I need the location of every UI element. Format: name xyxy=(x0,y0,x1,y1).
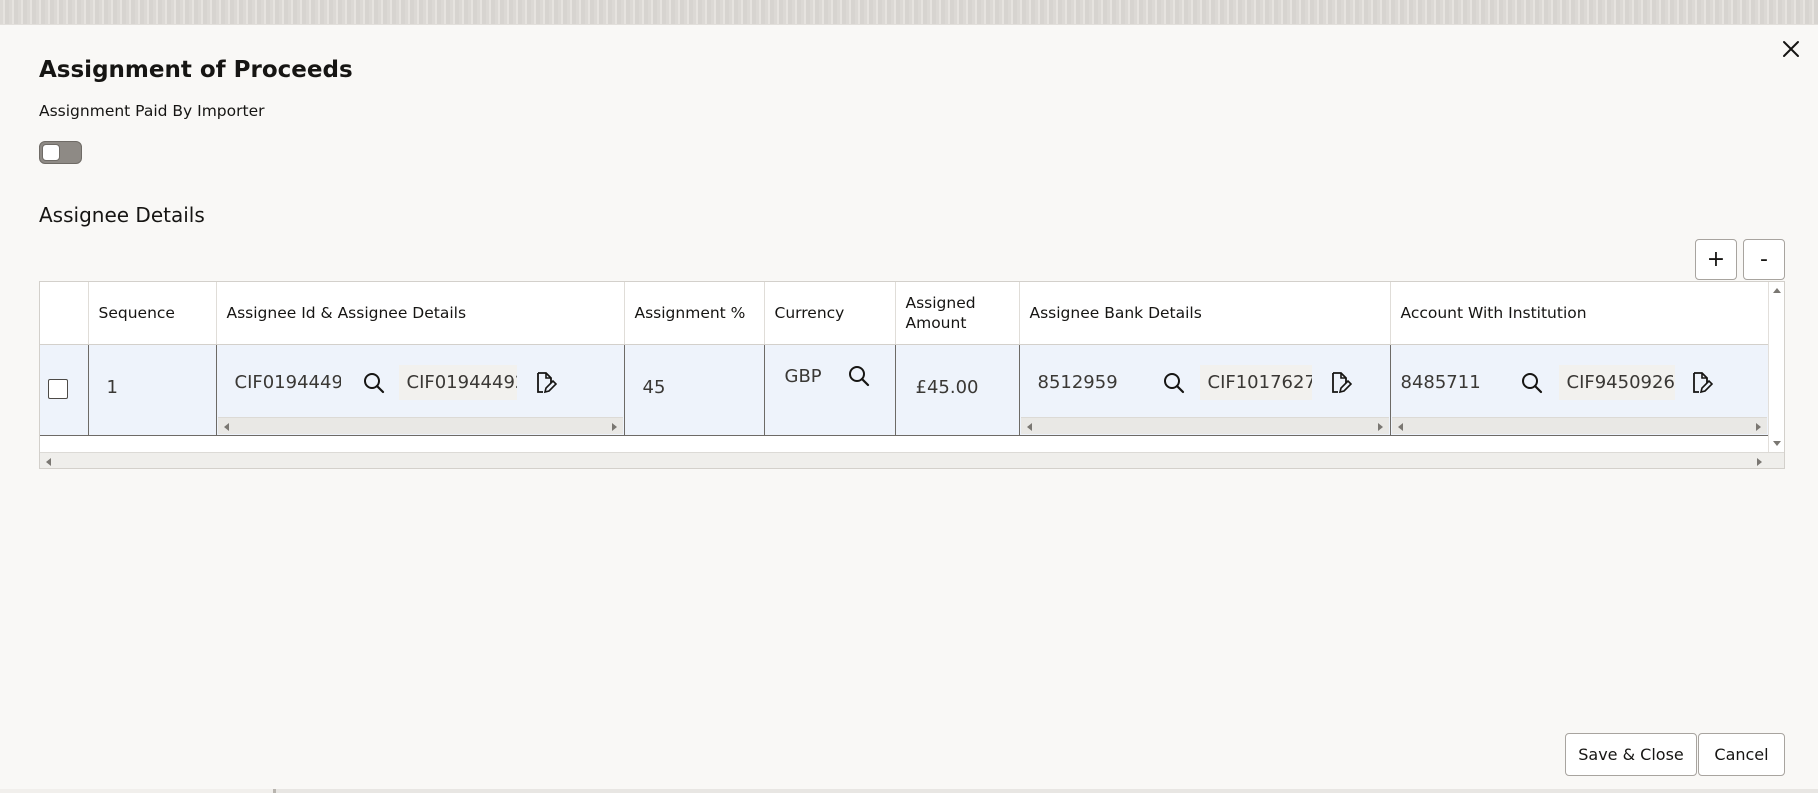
currency-search-button[interactable] xyxy=(845,362,873,390)
assignee-details-field[interactable]: CIF01944492 xyxy=(398,364,517,400)
section-title: Assignee Details xyxy=(39,203,205,227)
bank-details-field[interactable]: CIF10176274 xyxy=(1199,364,1312,400)
table-header-row: Sequence Assignee Id & Assignee Details … xyxy=(40,282,1769,345)
assignee-details-edit-button[interactable] xyxy=(531,369,559,397)
search-icon xyxy=(363,372,384,393)
search-icon xyxy=(848,365,869,386)
account-institution-cell: 8485711 CIF94509261 xyxy=(1390,344,1769,436)
account-id-search-button[interactable] xyxy=(1518,369,1546,397)
edit-document-icon xyxy=(1692,371,1713,393)
account-details-field[interactable]: CIF94509261 xyxy=(1558,364,1675,400)
assignment-dialog: Assignment of Proceeds Assignment Paid B… xyxy=(0,24,1818,790)
assignment-pct-cell[interactable]: 45 xyxy=(624,344,765,436)
bank-cell-scrollbar[interactable] xyxy=(1020,416,1389,434)
currency-field[interactable]: GBP xyxy=(777,359,833,394)
select-cell xyxy=(40,344,89,436)
bottom-strip xyxy=(0,789,1818,793)
assignee-id-search-button[interactable] xyxy=(360,369,388,397)
toggle-label: Assignment Paid By Importer xyxy=(39,102,265,120)
table-row[interactable]: 1 CIF01944492 CIF01944492 xyxy=(40,344,1769,436)
search-icon xyxy=(1521,372,1542,393)
assignee-table: Sequence Assignee Id & Assignee Details … xyxy=(39,281,1785,469)
account-id-field[interactable]: 8485711 xyxy=(1393,365,1505,400)
account-details-edit-button[interactable] xyxy=(1687,369,1715,397)
header-sequence[interactable]: Sequence xyxy=(88,282,217,345)
cancel-button[interactable]: Cancel xyxy=(1698,733,1785,776)
bank-details-edit-button[interactable] xyxy=(1326,369,1354,397)
bank-id-field[interactable]: 8512959 xyxy=(1030,365,1138,400)
header-assignee[interactable]: Assignee Id & Assignee Details xyxy=(216,282,625,345)
currency-cell: GBP xyxy=(764,344,896,436)
dialog-title: Assignment of Proceeds xyxy=(39,57,353,83)
row-checkbox[interactable] xyxy=(48,378,68,399)
bank-id-search-button[interactable] xyxy=(1160,369,1188,397)
header-currency[interactable]: Currency xyxy=(764,282,896,345)
header-assigned-amount[interactable]: Assigned Amount xyxy=(895,282,1020,345)
save-and-close-button[interactable]: Save & Close xyxy=(1565,733,1697,776)
close-button[interactable] xyxy=(1777,35,1805,63)
edit-document-icon xyxy=(536,371,557,393)
remove-row-button[interactable]: - xyxy=(1743,239,1785,280)
background-strip xyxy=(0,0,1818,24)
header-account-institution[interactable]: Account With Institution xyxy=(1390,282,1769,345)
assignee-cell-scrollbar[interactable] xyxy=(217,416,623,434)
assignee-id-field[interactable]: CIF01944492 xyxy=(227,365,341,400)
assigned-amount-cell: £45.00 xyxy=(895,344,1020,436)
table-vertical-scrollbar[interactable] xyxy=(1768,282,1784,452)
close-icon xyxy=(1783,41,1799,57)
header-bank-details[interactable]: Assignee Bank Details xyxy=(1019,282,1391,345)
header-select xyxy=(40,282,89,345)
paid-by-importer-toggle[interactable] xyxy=(39,141,82,164)
search-icon xyxy=(1163,372,1184,393)
assignee-cell: CIF01944492 CIF01944492 xyxy=(216,344,625,436)
toggle-knob xyxy=(42,144,60,161)
add-row-button[interactable]: + xyxy=(1695,239,1737,280)
table-horizontal-scrollbar[interactable] xyxy=(40,452,1784,468)
edit-document-icon xyxy=(1331,371,1352,393)
header-assignment-pct[interactable]: Assignment % xyxy=(624,282,765,345)
bank-details-cell: 8512959 CIF10176274 xyxy=(1019,344,1391,436)
account-cell-scrollbar[interactable] xyxy=(1391,416,1767,434)
sequence-cell: 1 xyxy=(88,344,217,436)
